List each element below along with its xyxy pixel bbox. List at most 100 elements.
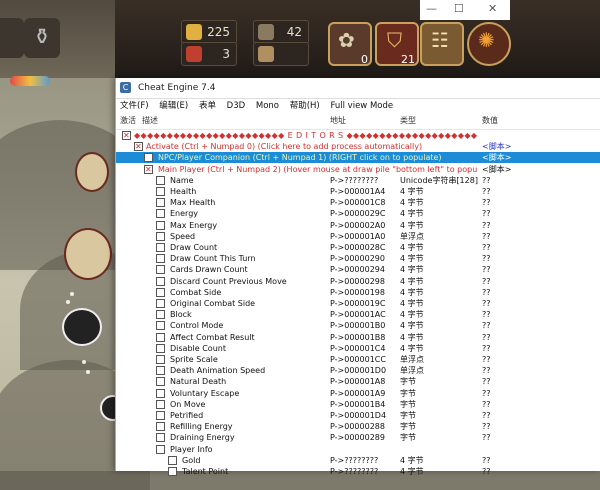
active-checkbox[interactable] [156, 377, 165, 387]
table-row[interactable]: Original Combat Side P->0000019C 4 字节?? [116, 298, 600, 309]
menu-d3d[interactable]: D3D [227, 101, 246, 111]
active-checkbox[interactable] [122, 130, 131, 141]
table-row[interactable]: Sprite Scale P->000001CC 单浮点?? [116, 354, 600, 365]
table-row[interactable]: Speed P->000001A0 单浮点?? [116, 231, 600, 242]
active-checkbox[interactable] [156, 321, 165, 331]
entry-value[interactable]: <脚本> [482, 141, 511, 152]
active-checkbox[interactable] [156, 433, 165, 443]
table-row[interactable]: Draw Count This Turn P->00000290 4 字节?? [116, 253, 600, 264]
entry-value[interactable]: ?? [482, 376, 491, 387]
active-checkbox[interactable] [156, 276, 165, 286]
table-row[interactable]: ◆◆◆◆◆◆◆◆◆◆◆◆◆◆◆◆◆◆◆◆◆◆◆ E D I T O R S ◆◆… [116, 130, 600, 141]
entry-value[interactable]: ?? [482, 175, 491, 186]
column-active[interactable]: 激活 [120, 113, 136, 129]
table-row[interactable]: Natural Death P->000001A8 字节?? [116, 376, 600, 387]
entry-value[interactable]: ?? [482, 455, 491, 466]
active-checkbox[interactable] [156, 254, 165, 264]
enemy-icon[interactable] [62, 308, 102, 346]
close-icon[interactable]: ✕ [488, 2, 497, 15]
active-checkbox[interactable] [156, 265, 165, 275]
table-row[interactable]: Block P->000001AC 4 字节?? [116, 309, 600, 320]
entry-value[interactable]: ?? [482, 264, 491, 275]
active-checkbox[interactable] [156, 343, 165, 353]
active-checkbox[interactable] [156, 444, 165, 454]
table-row[interactable]: Discard Count Previous Move P->00000298 4 … [116, 276, 600, 287]
active-checkbox[interactable] [156, 220, 165, 230]
entry-value[interactable]: ?? [482, 343, 491, 354]
active-checkbox[interactable] [156, 332, 165, 342]
active-checkbox[interactable] [156, 399, 165, 409]
column-address[interactable]: 地址 [330, 113, 346, 129]
active-checkbox[interactable] [168, 467, 177, 476]
entry-value[interactable]: ?? [482, 332, 491, 343]
minimize-icon[interactable]: — [426, 2, 437, 15]
entry-value[interactable]: ?? [482, 421, 491, 432]
flower-tile[interactable]: ✿ 0 [328, 22, 372, 66]
menu-full-view-mode[interactable]: Full view Mode [330, 101, 393, 111]
entry-value[interactable]: ?? [482, 220, 491, 231]
entry-value[interactable]: ?? [482, 399, 491, 410]
entry-value[interactable]: ?? [482, 466, 491, 477]
active-checkbox[interactable] [156, 231, 165, 241]
table-row[interactable]: Petrified P->000001D4 字节?? [116, 410, 600, 421]
entry-value[interactable]: ?? [482, 354, 491, 365]
menu-table[interactable]: 表单 [199, 101, 216, 111]
entry-value[interactable]: ?? [482, 388, 491, 399]
active-checkbox[interactable] [156, 299, 165, 308]
active-checkbox[interactable] [156, 198, 165, 208]
table-row[interactable]: Cards Drawn Count P->00000294 4 字节?? [116, 264, 600, 275]
table-row[interactable]: Draw Count P->0000028C 4 字节?? [116, 242, 600, 253]
active-checkbox[interactable] [156, 187, 165, 196]
entry-value[interactable]: ?? [482, 287, 491, 298]
entry-value[interactable]: ?? [482, 197, 491, 208]
gourd-icon[interactable]: ⚱ [24, 18, 60, 58]
table-row[interactable]: Energy P->0000029C 4 字节?? [116, 208, 600, 219]
gourd-slot[interactable] [0, 18, 24, 58]
table-row[interactable]: Death Animation Speed P->000001D0 单浮点?? [116, 365, 600, 376]
table-row[interactable]: Max Energy P->000002A0 4 字节?? [116, 220, 600, 231]
active-checkbox[interactable] [156, 209, 165, 219]
menu-help[interactable]: 帮助(H) [290, 101, 320, 111]
entry-value[interactable]: ?? [482, 276, 491, 287]
active-checkbox[interactable] [168, 455, 177, 465]
entry-value[interactable]: ?? [482, 298, 491, 309]
table-row[interactable]: On Move P->000001B4 字节?? [116, 399, 600, 410]
entry-value[interactable]: ?? [482, 242, 491, 253]
entry-value[interactable]: ?? [482, 365, 491, 376]
entry-value[interactable]: ?? [482, 309, 491, 320]
menu-file[interactable]: 文件(F) [120, 101, 149, 111]
entry-value[interactable]: ?? [482, 410, 491, 421]
map-scroll-tile[interactable]: ☷ [420, 22, 464, 66]
active-checkbox[interactable] [156, 175, 165, 185]
active-checkbox[interactable] [144, 164, 153, 175]
table-row[interactable]: Player Info [116, 444, 600, 455]
table-row[interactable]: Main Player (Ctrl + Numpad 2) (Hover mou… [116, 164, 600, 175]
table-subrow[interactable]: Talent Point P->???????? 4 字节?? [116, 466, 600, 477]
table-row[interactable]: Combat Side P->00000198 4 字节?? [116, 287, 600, 298]
table-row[interactable]: Refilling Energy P->00000288 字节?? [116, 421, 600, 432]
table-subrow[interactable]: Gold P->???????? 4 字节?? [116, 455, 600, 466]
entry-value[interactable]: ?? [482, 432, 491, 443]
table-row[interactable]: Max Health P->000001C8 4 字节?? [116, 197, 600, 208]
entry-value[interactable]: ?? [482, 208, 491, 219]
active-checkbox[interactable] [156, 411, 165, 420]
entry-value[interactable]: ?? [482, 320, 491, 331]
entry-value[interactable]: <脚本> [482, 152, 511, 163]
column-description[interactable]: 描述 [142, 113, 158, 129]
active-checkbox[interactable] [156, 243, 165, 252]
column-value[interactable]: 数值 [482, 113, 498, 129]
active-checkbox[interactable] [134, 141, 143, 152]
table-row[interactable]: Disable Count P->000001C4 4 字节?? [116, 343, 600, 354]
maximize-icon[interactable]: ☐ [454, 2, 464, 15]
active-checkbox[interactable] [156, 355, 165, 364]
table-row[interactable]: Name P->???????? Unicode字符串[128]?? [116, 175, 600, 186]
hero-portrait-icon[interactable] [75, 152, 109, 192]
active-checkbox[interactable] [156, 310, 165, 320]
shield-tile[interactable]: ⛉ 21 [375, 22, 419, 66]
sun-tile[interactable]: ✺ [467, 22, 511, 66]
active-checkbox[interactable] [144, 153, 153, 163]
active-checkbox[interactable] [156, 422, 165, 432]
entry-value[interactable]: <脚本> [482, 164, 511, 175]
menu-edit[interactable]: 编辑(E) [159, 101, 188, 111]
table-row[interactable]: Health P->000001A4 4 字节?? [116, 186, 600, 197]
